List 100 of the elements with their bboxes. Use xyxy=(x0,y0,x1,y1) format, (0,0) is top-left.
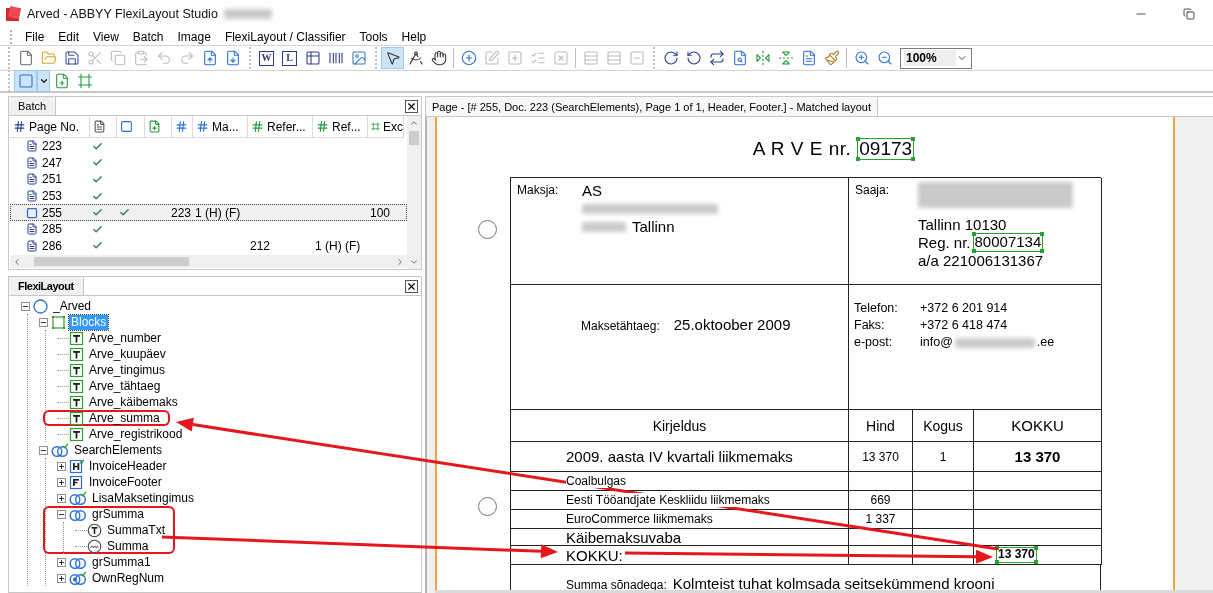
panel-tab[interactable]: FlexiLayout xyxy=(9,277,84,295)
invoice-number: 09173 xyxy=(857,137,915,161)
frame-icon xyxy=(371,120,380,133)
window-title: Arved - ABBYY FlexiLayout Studio xyxy=(27,7,218,21)
flip-vertical-icon xyxy=(777,50,794,66)
letter-button[interactable]: W xyxy=(255,47,278,69)
horizontal-scrollbar[interactable] xyxy=(10,255,407,268)
tree-item[interactable]: Arve_summa xyxy=(87,410,162,426)
list-icon xyxy=(529,50,546,66)
circled-text-icon xyxy=(87,522,102,538)
check-icon xyxy=(92,174,103,185)
tree-item[interactable]: SearchElements xyxy=(72,442,165,458)
close-icon xyxy=(406,281,417,292)
tree-item[interactable]: Summa xyxy=(105,538,151,554)
document-icon xyxy=(26,173,38,186)
column-header[interactable]: Ma... xyxy=(193,116,248,138)
scrollbar-thumb[interactable] xyxy=(409,131,419,145)
account-number: a/a 221006131367 xyxy=(918,252,1044,269)
dropdown-button[interactable] xyxy=(37,70,50,92)
expand-toggle[interactable] xyxy=(21,301,30,311)
table-cell: 1 (H) (F) xyxy=(195,205,241,220)
document-icon xyxy=(26,140,38,153)
tree-item[interactable]: SummaTxt xyxy=(105,522,167,538)
table-row[interactable]: 223 xyxy=(10,138,407,155)
hash-icon xyxy=(175,120,188,133)
expand-toggle[interactable] xyxy=(57,573,66,583)
frame-icon xyxy=(76,73,93,89)
column-header[interactable] xyxy=(172,116,193,138)
tree-item[interactable]: grSumma1 xyxy=(90,554,153,570)
tree-item[interactable]: InvoiceHeader xyxy=(87,458,169,474)
column-header[interactable]: Refer... xyxy=(248,116,313,138)
expand-toggle[interactable] xyxy=(57,461,66,471)
letter-button[interactable]: L xyxy=(278,47,301,69)
menu-item[interactable]: Edit xyxy=(51,29,87,44)
item-description: Coalbulgas xyxy=(566,474,627,488)
text-block-icon xyxy=(69,426,84,442)
tree-item[interactable]: InvoiceFooter xyxy=(87,474,164,490)
due-date: 25.oktoober 2009 xyxy=(673,316,791,333)
expand-toggle[interactable] xyxy=(57,477,66,487)
table-row[interactable]: 285 xyxy=(10,220,407,238)
field-label: Saaja: xyxy=(855,182,891,199)
square-plus-icon xyxy=(506,50,523,66)
column-header[interactable]: Exc xyxy=(368,116,404,138)
column-header[interactable] xyxy=(90,116,117,138)
expand-toggle[interactable] xyxy=(57,493,66,503)
close-button[interactable] xyxy=(405,280,418,293)
table-icon xyxy=(304,50,321,66)
menu-item[interactable]: Image xyxy=(170,29,218,44)
tree-item[interactable]: _Arved xyxy=(51,298,94,314)
tree-item[interactable]: LisaMaksetingimus xyxy=(90,490,197,506)
menu-item[interactable]: Help xyxy=(394,29,434,44)
menu-item[interactable]: Tools xyxy=(352,29,395,44)
close-button[interactable] xyxy=(405,100,418,113)
chevron-left-icon xyxy=(12,256,22,267)
hash-icon xyxy=(316,120,329,133)
column-header[interactable] xyxy=(117,116,145,138)
zoom-select[interactable]: 100% xyxy=(900,47,972,69)
clipboard-icon xyxy=(132,50,149,66)
expand-toggle[interactable] xyxy=(57,509,66,519)
tree-item[interactable]: Arve_kuupäev xyxy=(87,346,168,362)
table-row[interactable]: 255 223 1 (H) (F) 100 xyxy=(10,204,407,221)
tree-item[interactable]: Arve_käibemaks xyxy=(87,394,180,410)
document-tab[interactable]: Page - [# 255, Doc. 223 (SearchElements), Page 1 of 1, Header, Footer.] - Matched layout xyxy=(425,97,879,116)
recipient-city: Tallinn 10130 xyxy=(918,216,1007,233)
table-cell: 255 xyxy=(42,205,63,220)
tree-item[interactable]: Arve_registrikood xyxy=(87,426,185,442)
text-block-icon xyxy=(69,410,84,426)
item-description: EuroCommerce liikmemaks xyxy=(566,512,713,526)
table-row[interactable]: 253 xyxy=(10,187,407,205)
panel-tab[interactable]: Batch xyxy=(9,97,57,115)
field-label: e-post: xyxy=(854,334,894,351)
menu-item[interactable]: Batch xyxy=(125,29,171,44)
table-row[interactable]: 251 xyxy=(10,171,407,188)
tree-item[interactable]: Arve_tähtaeg xyxy=(87,378,163,394)
menu-item[interactable]: File xyxy=(18,29,52,44)
scrollbar-thumb[interactable] xyxy=(34,257,189,266)
pointer-button[interactable] xyxy=(381,47,404,69)
brush-icon xyxy=(823,50,840,66)
table-row[interactable]: 247 xyxy=(10,154,407,172)
tree-item[interactable]: Arve_number xyxy=(87,330,164,346)
column-header[interactable]: Page No. xyxy=(10,116,90,138)
pointer-icon xyxy=(384,50,401,66)
table-row[interactable]: 286 212 1 (H) (F) xyxy=(10,237,407,255)
expand-toggle[interactable] xyxy=(39,317,48,327)
field-label: Summa sõnadega: xyxy=(566,577,667,593)
expand-toggle[interactable] xyxy=(57,557,66,567)
menu-item[interactable]: FlexiLayout / Classifier xyxy=(217,29,353,44)
item-description: Käibemaksuvaba xyxy=(566,529,682,545)
column-header[interactable] xyxy=(145,116,172,138)
expand-toggle[interactable] xyxy=(39,445,48,455)
menu-item[interactable]: View xyxy=(86,29,126,44)
column-header[interactable]: Ref... xyxy=(313,116,368,138)
tree-item[interactable]: OwnRegNum xyxy=(90,570,167,586)
tree-item[interactable]: grSumma xyxy=(90,506,146,522)
tree-item[interactable]: Arve_tingimus xyxy=(87,362,168,378)
horizontal-scrollbar[interactable] xyxy=(435,590,1213,593)
registration-number: 80007134 xyxy=(972,233,1044,252)
table-cell: 247 xyxy=(42,155,63,170)
vertical-scrollbar[interactable] xyxy=(407,116,421,269)
compass-icon xyxy=(407,50,424,66)
